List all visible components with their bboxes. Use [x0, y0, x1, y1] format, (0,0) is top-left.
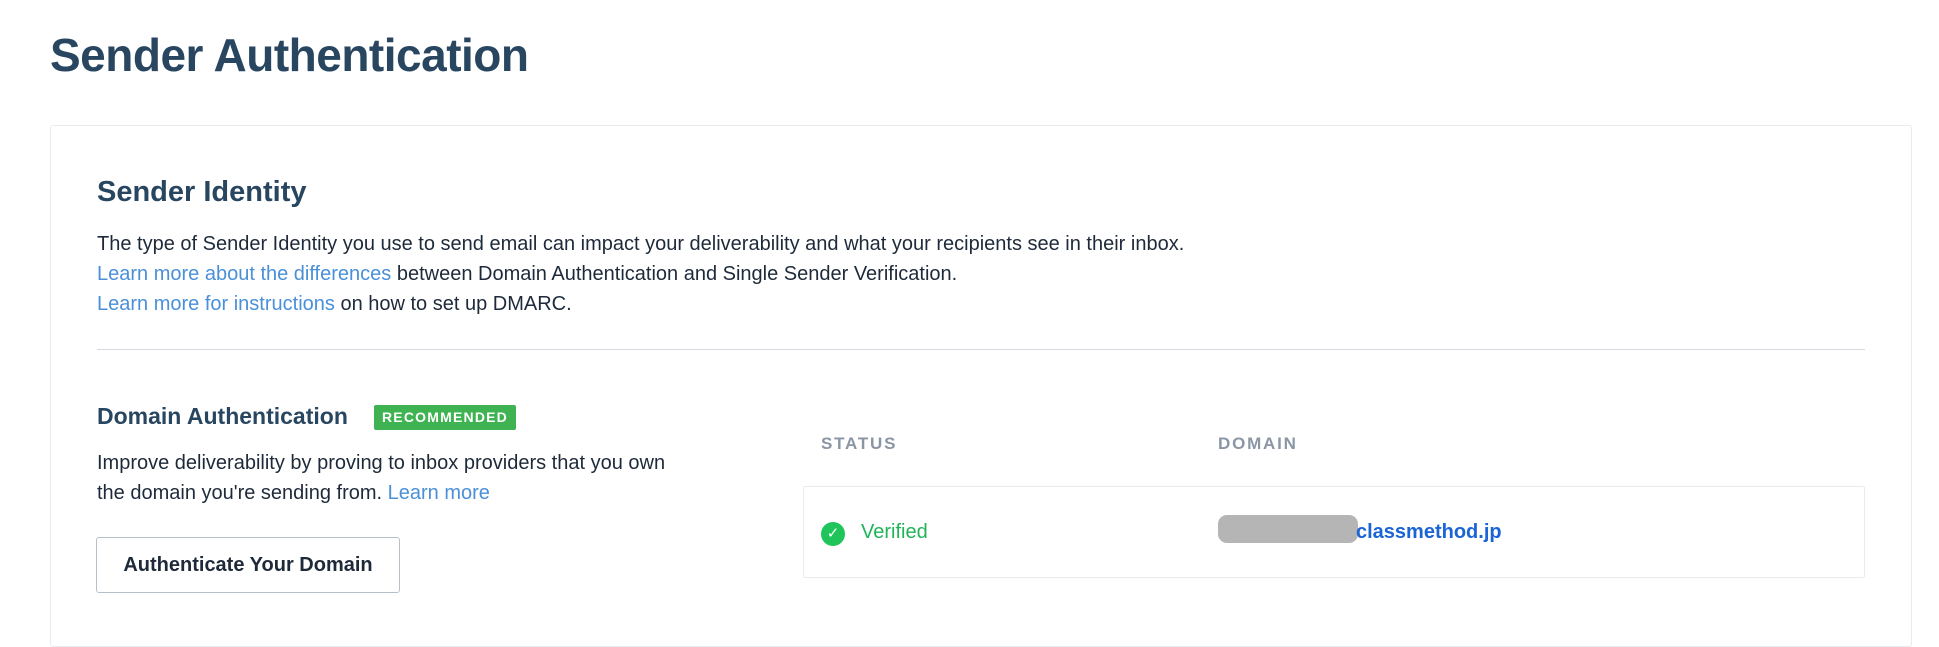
sender-identity-title: Sender Identity — [97, 176, 307, 208]
learn-more-link[interactable]: Learn more — [388, 482, 490, 504]
sender-identity-description: The type of Sender Identity you use to s… — [97, 229, 1184, 319]
dmarc-instructions-text: on how to set up DMARC. — [334, 293, 572, 315]
dmarc-instructions-link[interactable]: Learn more for instructions — [97, 293, 335, 315]
status-column-header: STATUS — [821, 434, 898, 453]
page-title: Sender Authentication — [50, 29, 529, 81]
differences-text: between Domain Authentication and Single… — [391, 263, 958, 285]
sender-authentication-card: Sender Identity The type of Sender Ident… — [50, 125, 1912, 647]
sender-identity-line-2: Learn more about the differences between… — [97, 259, 1184, 289]
redacted-subdomain — [1218, 515, 1358, 543]
domain-authentication-description: Improve deliverability by proving to inb… — [97, 448, 687, 508]
status-verified: Verified — [861, 521, 928, 543]
check-circle-icon: ✓ — [821, 522, 845, 546]
sender-identity-line-3: Learn more for instructions on how to se… — [97, 289, 1184, 319]
sender-identity-line-1: The type of Sender Identity you use to s… — [97, 233, 1185, 255]
recommended-badge: RECOMMENDED — [374, 405, 516, 430]
domain-authentication-title: Domain Authentication — [97, 403, 348, 429]
table-row: ✓ Verified classmethod.jp — [803, 486, 1865, 578]
domain-authentication-text: Improve deliverability by proving to inb… — [97, 452, 666, 504]
domain-link[interactable]: classmethod.jp — [1356, 521, 1502, 544]
section-divider — [97, 349, 1865, 350]
differences-link[interactable]: Learn more about the differences — [97, 263, 391, 285]
domain-column-header: DOMAIN — [1218, 434, 1298, 453]
authenticate-domain-button[interactable]: Authenticate Your Domain — [96, 537, 400, 593]
